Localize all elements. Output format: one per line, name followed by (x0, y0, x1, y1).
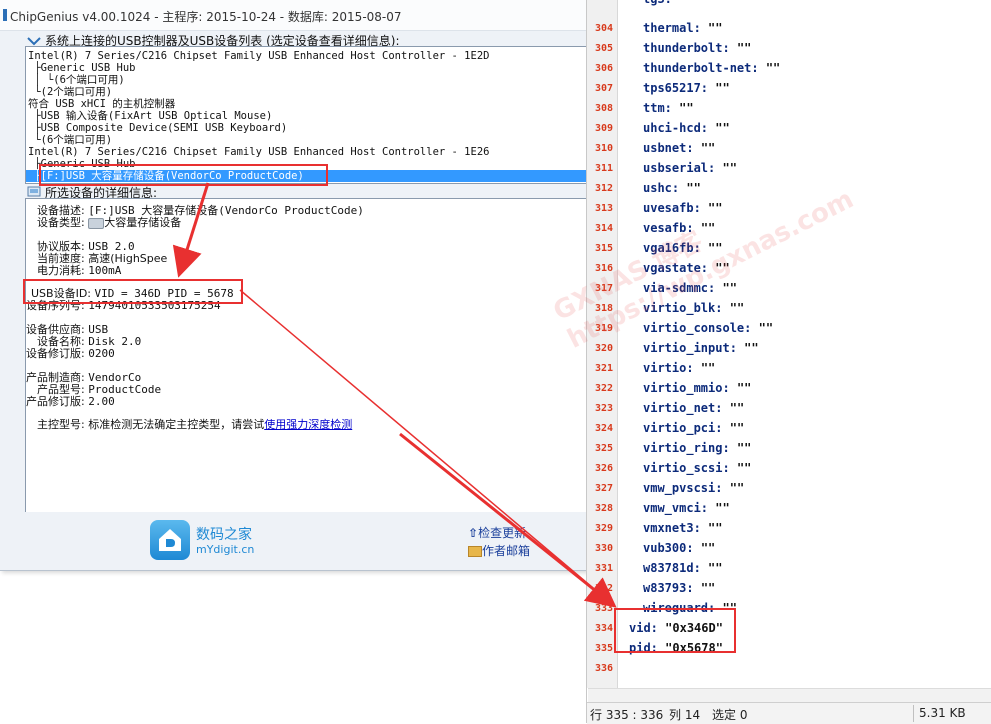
arrow-id-to-config (399, 432, 617, 608)
arrow-thin-line (239, 289, 613, 605)
arrow-device-to-id (172, 182, 210, 278)
annotation-arrows (172, 182, 617, 608)
